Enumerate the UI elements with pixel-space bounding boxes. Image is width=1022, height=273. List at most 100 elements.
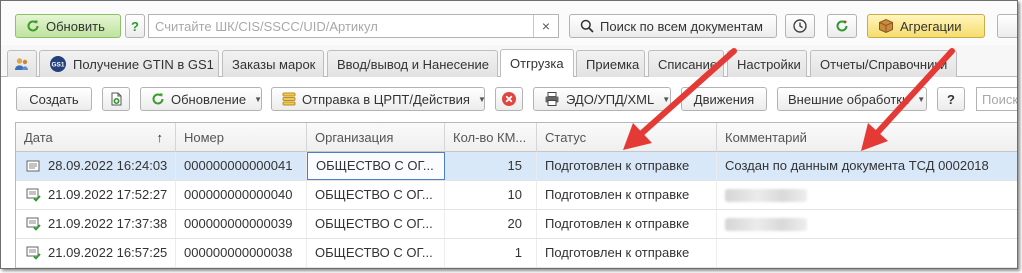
tab-label: Приемка bbox=[586, 56, 640, 72]
tab-shipment[interactable]: Отгрузка bbox=[500, 49, 574, 77]
search-all-label: Поиск по всем документам bbox=[600, 18, 763, 34]
cell-number: 000000000000039 bbox=[176, 210, 307, 238]
document-icon bbox=[26, 159, 40, 176]
cell-quantity: 10 bbox=[445, 181, 537, 209]
cell-quantity: 15 bbox=[445, 152, 537, 180]
help-button[interactable]: ? bbox=[937, 87, 965, 111]
create-button[interactable]: Создать bbox=[16, 87, 92, 111]
send-crpt-label: Отправка в ЦРПТ/Действия bbox=[302, 91, 470, 107]
cell-number: 000000000000040 bbox=[176, 181, 307, 209]
column-header-comment[interactable]: Комментарий bbox=[717, 123, 1017, 152]
cell-organization: ОБЩЕСТВО С ОГ... bbox=[307, 181, 445, 209]
cell-comment bbox=[717, 210, 1017, 238]
edo-upd-xml-button[interactable]: ЭДО/УПД/XML ▼ bbox=[533, 87, 671, 111]
barcode-search-input[interactable] bbox=[149, 15, 533, 37]
column-header-status[interactable]: Статус bbox=[537, 123, 717, 152]
tab-label: Ввод/вывод и Нанесение bbox=[337, 56, 490, 72]
cell-number: 000000000000038 bbox=[176, 239, 307, 267]
gs1-logo-icon: GS1 bbox=[49, 55, 67, 73]
copy-document-icon bbox=[108, 91, 124, 107]
documents-table: Дата ↑ Номер Организация Кол-во КМ... Ст… bbox=[15, 122, 1017, 268]
cell-quantity: 20 bbox=[445, 210, 537, 238]
delete-icon bbox=[501, 91, 517, 107]
cell-status: Подготовлен к отправке bbox=[537, 210, 717, 238]
cell-date: 21.09.2022 17:52:27 bbox=[40, 181, 176, 209]
cell-number: 000000000000041 bbox=[176, 152, 307, 180]
history-clock-icon bbox=[792, 18, 808, 34]
update-button[interactable]: Обновление ▼ bbox=[140, 87, 262, 111]
reload-icon bbox=[834, 18, 850, 34]
table-row[interactable]: 21.09.2022 16:57:25 000000000000038 ОБЩЕ… bbox=[16, 239, 1017, 268]
aggregation-button[interactable]: Агрегации bbox=[867, 14, 985, 38]
tab-label: Настройки bbox=[737, 56, 801, 72]
tab-label: Получение GTIN в GS1 bbox=[73, 56, 214, 72]
search-all-documents-button[interactable]: Поиск по всем документам bbox=[569, 14, 777, 38]
cell-date: 28.09.2022 16:24:03 bbox=[40, 152, 176, 180]
reload-button[interactable] bbox=[827, 14, 857, 38]
cell-date: 21.09.2022 17:37:38 bbox=[40, 210, 176, 238]
dropdown-arrow-icon: ▼ bbox=[477, 94, 486, 104]
main-tabs: GS1 Получение GTIN в GS1 Заказы марок Вв… bbox=[1, 45, 1017, 77]
command-bar: Создать Обновление ▼ Отправка в ЦРПТ/Дей… bbox=[1, 78, 1017, 120]
box-icon bbox=[878, 18, 894, 34]
table-header: Дата ↑ Номер Организация Кол-во КМ... Ст… bbox=[16, 123, 1017, 152]
column-header-date[interactable]: Дата ↑ bbox=[16, 123, 176, 152]
printer-icon bbox=[544, 91, 560, 107]
sort-ascending-icon: ↑ bbox=[156, 130, 164, 145]
external-processing-button[interactable]: Внешние обработки ▼ bbox=[777, 87, 927, 111]
cell-status: Подготовлен к отправке bbox=[537, 152, 717, 180]
tab-label: Отчеты/Справочники bbox=[820, 56, 948, 72]
movements-button[interactable]: Движения bbox=[681, 87, 767, 111]
delete-button[interactable] bbox=[495, 87, 523, 111]
cell-organization[interactable]: ОБЩЕСТВО С ОГ... bbox=[307, 152, 445, 180]
barcode-search-field[interactable]: × bbox=[148, 14, 559, 38]
history-button[interactable] bbox=[785, 14, 815, 38]
cell-organization: ОБЩЕСТВО С ОГ... bbox=[307, 210, 445, 238]
tab-settings[interactable]: Настройки bbox=[727, 50, 807, 77]
clear-search-icon[interactable]: × bbox=[534, 15, 558, 37]
dropdown-arrow-icon: ▼ bbox=[662, 94, 671, 104]
tab-label: Списание bbox=[658, 56, 718, 72]
send-crpt-button[interactable]: Отправка в ЦРПТ/Действия ▼ bbox=[271, 87, 486, 111]
dropdown-arrow-icon: ▼ bbox=[917, 94, 926, 104]
redacted-comment bbox=[725, 218, 807, 231]
tab-receiving[interactable]: Приемка bbox=[576, 50, 645, 77]
refresh-label: Обновить bbox=[46, 18, 105, 34]
table-row[interactable]: 28.09.2022 16:24:03 000000000000041 ОБЩЕ… bbox=[16, 152, 1017, 181]
list-search-input[interactable]: Поиск bbox=[976, 87, 1017, 111]
refresh-icon bbox=[151, 92, 165, 106]
tab-input-output[interactable]: Ввод/вывод и Нанесение bbox=[327, 50, 498, 77]
tab-reports[interactable]: Отчеты/Справочники bbox=[810, 50, 957, 77]
magnifier-icon bbox=[580, 19, 594, 33]
table-row[interactable]: 21.09.2022 17:52:27 000000000000040 ОБЩЕ… bbox=[16, 181, 1017, 210]
redacted-comment bbox=[725, 189, 807, 202]
cell-comment bbox=[717, 239, 1017, 267]
table-row[interactable]: 21.09.2022 17:37:38 000000000000039 ОБЩЕ… bbox=[16, 210, 1017, 239]
refresh-icon bbox=[26, 19, 40, 33]
cell-comment: Создан по данным документа ТСД 0002018 bbox=[717, 152, 1017, 180]
tab-gtin-gs1[interactable]: GS1 Получение GTIN в GS1 bbox=[39, 50, 219, 77]
movements-label: Движения bbox=[693, 91, 755, 107]
tab-label: Заказы марок bbox=[232, 56, 316, 72]
app-window: Обновить ? × Поиск по всем документам bbox=[0, 0, 1018, 269]
create-label: Создать bbox=[29, 91, 79, 107]
copy-document-button[interactable] bbox=[102, 87, 130, 111]
column-header-quantity[interactable]: Кол-во КМ... bbox=[445, 123, 537, 152]
top-toolbar: Обновить ? × Поиск по всем документам bbox=[1, 1, 1017, 45]
column-header-organization[interactable]: Организация bbox=[307, 123, 445, 152]
update-label: Обновление bbox=[171, 91, 247, 107]
column-header-number[interactable]: Номер bbox=[176, 123, 307, 152]
tab-mark-orders[interactable]: Заказы марок bbox=[222, 50, 324, 77]
refresh-button[interactable]: Обновить bbox=[15, 14, 121, 38]
cell-status: Подготовлен к отправке bbox=[537, 239, 717, 267]
external-label: Внешние обработки bbox=[788, 91, 910, 107]
more-toolbar-button[interactable] bbox=[997, 14, 1017, 38]
cell-quantity: 1 bbox=[445, 239, 537, 267]
help-button[interactable]: ? bbox=[125, 14, 145, 38]
cell-status: Подготовлен к отправке bbox=[537, 181, 717, 209]
edo-label: ЭДО/УПД/XML bbox=[566, 91, 655, 107]
cell-organization: ОБЩЕСТВО С ОГ... bbox=[307, 239, 445, 267]
tab-users[interactable] bbox=[7, 50, 37, 77]
dropdown-arrow-icon: ▼ bbox=[254, 94, 262, 104]
tab-write-off[interactable]: Списание bbox=[648, 50, 724, 77]
